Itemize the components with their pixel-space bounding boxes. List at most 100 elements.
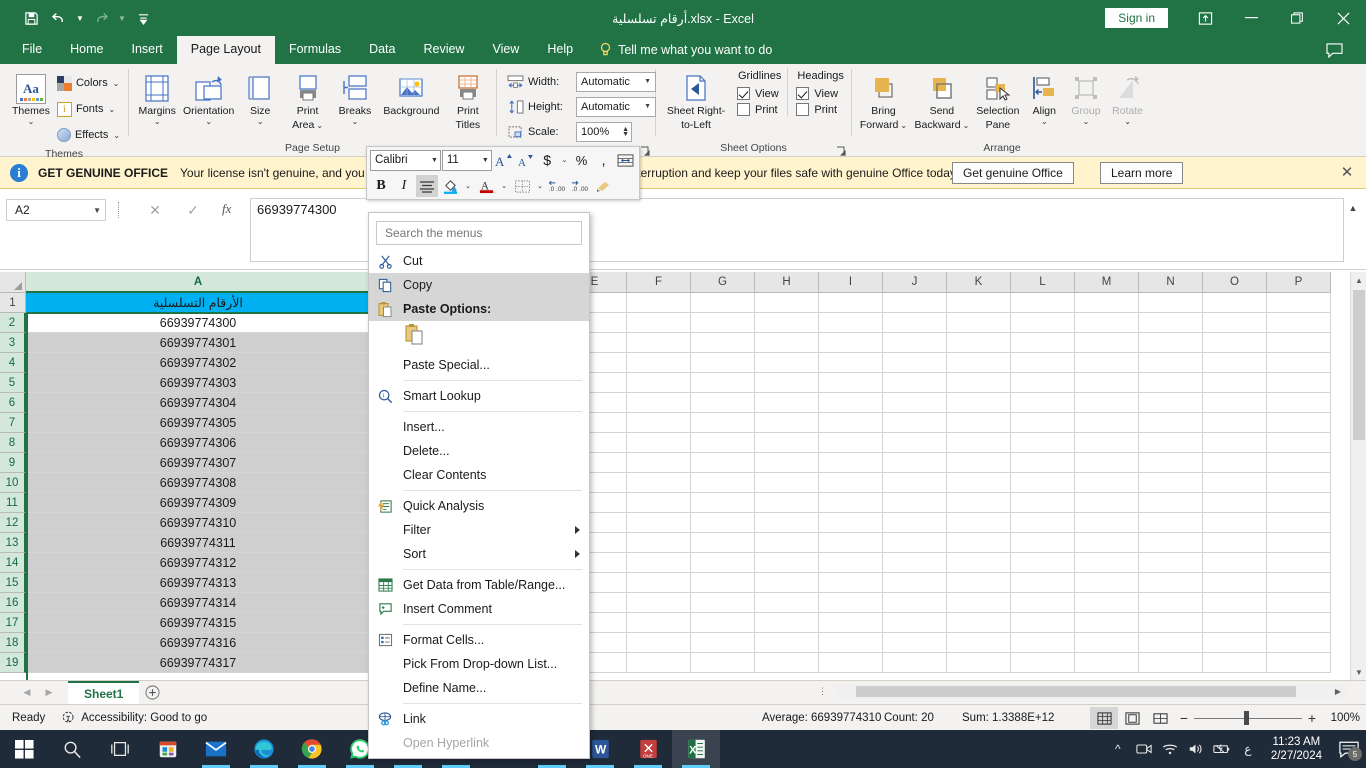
cell-K7[interactable]: [947, 413, 1011, 433]
cell-G1[interactable]: [691, 293, 755, 313]
cell-M8[interactable]: [1075, 433, 1139, 453]
cell-K13[interactable]: [947, 533, 1011, 553]
breaks-dropdown-icon[interactable]: ⌄: [352, 118, 359, 126]
cell-O16[interactable]: [1203, 593, 1267, 613]
cell-M1[interactable]: [1075, 293, 1139, 313]
cell-M7[interactable]: [1075, 413, 1139, 433]
row-header-8[interactable]: 8: [0, 433, 26, 453]
cell-P10[interactable]: [1267, 473, 1331, 493]
cell-M3[interactable]: [1075, 333, 1139, 353]
orientation-button[interactable]: Orientation ⌄: [181, 68, 236, 128]
accessibility-icon[interactable]: [61, 710, 77, 726]
cell-J11[interactable]: [883, 493, 947, 513]
theme-colors-dropdown-icon[interactable]: ⌄: [113, 79, 120, 88]
theme-colors-button[interactable]: Colors ⌄: [53, 70, 124, 96]
cell-I9[interactable]: [819, 453, 883, 473]
save-icon[interactable]: [18, 6, 44, 30]
breaks-button[interactable]: Breaks ⌄: [332, 68, 378, 128]
fill-color-dropdown-icon[interactable]: ⌄: [462, 175, 474, 197]
cell-L5[interactable]: [1011, 373, 1075, 393]
cell-A10[interactable]: 66939774308: [26, 473, 371, 493]
cell-I19[interactable]: [819, 653, 883, 673]
row-header-9[interactable]: 9: [0, 453, 26, 473]
cell-J2[interactable]: [883, 313, 947, 333]
cell-H5[interactable]: [755, 373, 819, 393]
cell-H7[interactable]: [755, 413, 819, 433]
next-sheet-icon[interactable]: ▶: [38, 682, 60, 704]
zoom-slider-thumb[interactable]: [1244, 711, 1249, 725]
task-view-icon[interactable]: [96, 730, 144, 768]
context-menu-item-delete[interactable]: Delete...: [369, 439, 589, 463]
cell-H2[interactable]: [755, 313, 819, 333]
cell-L19[interactable]: [1011, 653, 1075, 673]
cell-P3[interactable]: [1267, 333, 1331, 353]
cell-I7[interactable]: [819, 413, 883, 433]
cell-F14[interactable]: [627, 553, 691, 573]
cell-F19[interactable]: [627, 653, 691, 673]
theme-effects-button[interactable]: Effects ⌄: [53, 122, 124, 148]
edge-icon[interactable]: [240, 730, 288, 768]
cell-G6[interactable]: [691, 393, 755, 413]
cell-J18[interactable]: [883, 633, 947, 653]
cell-O7[interactable]: [1203, 413, 1267, 433]
language-indicator[interactable]: ع: [1235, 730, 1261, 768]
cell-J9[interactable]: [883, 453, 947, 473]
camera-icon[interactable]: [1131, 730, 1157, 768]
horizontal-scroll-thumb[interactable]: [856, 686, 1296, 697]
format-painter-icon[interactable]: [593, 175, 615, 197]
orientation-dropdown-icon[interactable]: ⌄: [205, 118, 212, 126]
comments-icon[interactable]: [1316, 36, 1352, 64]
paste-keep-formatting-icon[interactable]: [403, 322, 427, 353]
cell-H1[interactable]: [755, 293, 819, 313]
sheet-right-to-left-button[interactable]: Sheet Right- to-Left: [661, 68, 731, 134]
cell-F6[interactable]: [627, 393, 691, 413]
enter-formula-icon[interactable]: ✓: [182, 200, 204, 220]
percent-format-icon[interactable]: %: [571, 149, 592, 171]
cell-K19[interactable]: [947, 653, 1011, 673]
cell-F8[interactable]: [627, 433, 691, 453]
onenote-icon[interactable]: ONE: [624, 730, 672, 768]
cell-I1[interactable]: [819, 293, 883, 313]
cell-A6[interactable]: 66939774304: [26, 393, 371, 413]
ribbon-display-options-icon[interactable]: [1182, 0, 1228, 36]
margins-dropdown-icon[interactable]: ⌄: [154, 118, 161, 126]
cell-O5[interactable]: [1203, 373, 1267, 393]
sign-in-button[interactable]: Sign in: [1105, 8, 1168, 28]
cell-H8[interactable]: [755, 433, 819, 453]
cell-G11[interactable]: [691, 493, 755, 513]
column-header-N[interactable]: N: [1139, 272, 1203, 293]
cell-G12[interactable]: [691, 513, 755, 533]
sheet-tab-sheet1[interactable]: Sheet1: [68, 681, 139, 705]
cell-P13[interactable]: [1267, 533, 1331, 553]
cell-K16[interactable]: [947, 593, 1011, 613]
cell-P4[interactable]: [1267, 353, 1331, 373]
learn-more-button[interactable]: Learn more: [1100, 162, 1183, 184]
scroll-down-icon[interactable]: ▼: [1351, 664, 1366, 680]
cell-G18[interactable]: [691, 633, 755, 653]
borders-dropdown-icon[interactable]: ⌄: [534, 175, 546, 197]
column-header-K[interactable]: K: [947, 272, 1011, 293]
cell-H19[interactable]: [755, 653, 819, 673]
cell-J12[interactable]: [883, 513, 947, 533]
cell-P8[interactable]: [1267, 433, 1331, 453]
insert-function-icon[interactable]: fx: [222, 201, 231, 217]
cell-A18[interactable]: 66939774316: [26, 633, 371, 653]
cell-F3[interactable]: [627, 333, 691, 353]
cell-N6[interactable]: [1139, 393, 1203, 413]
cell-N1[interactable]: [1139, 293, 1203, 313]
scrollbar-resize-handle[interactable]: ⋮: [818, 686, 827, 697]
borders-icon[interactable]: [511, 175, 533, 197]
cell-K5[interactable]: [947, 373, 1011, 393]
cell-L6[interactable]: [1011, 393, 1075, 413]
cell-O13[interactable]: [1203, 533, 1267, 553]
context-menu-item-cut[interactable]: Cut: [369, 249, 589, 273]
volume-icon[interactable]: [1183, 730, 1209, 768]
headings-print-checkbox[interactable]: [796, 103, 809, 116]
cell-M2[interactable]: [1075, 313, 1139, 333]
cell-G8[interactable]: [691, 433, 755, 453]
shrink-font-icon[interactable]: A: [515, 149, 536, 171]
cell-N3[interactable]: [1139, 333, 1203, 353]
row-header-10[interactable]: 10: [0, 473, 26, 493]
cell-N14[interactable]: [1139, 553, 1203, 573]
cell-O9[interactable]: [1203, 453, 1267, 473]
